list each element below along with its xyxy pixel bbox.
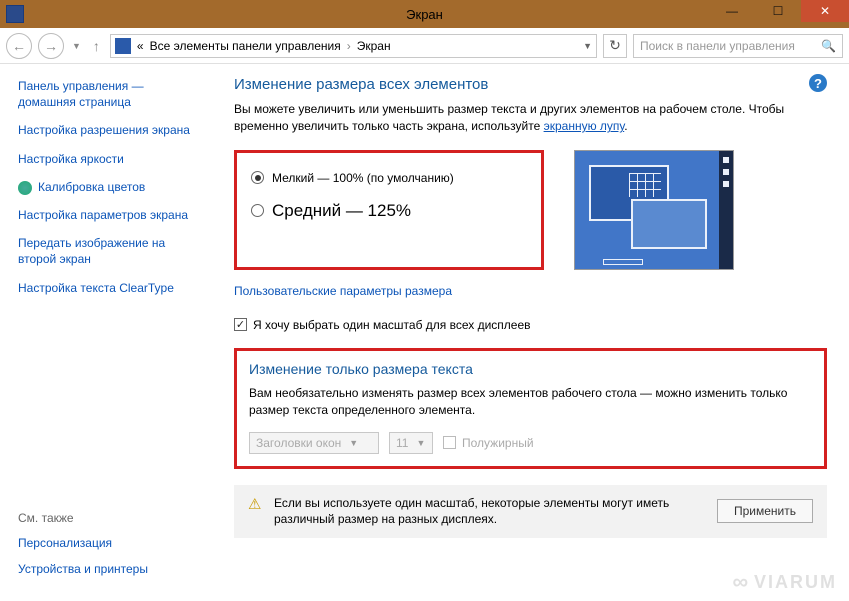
sidebar-item-resolution[interactable]: Настройка разрешения экрана bbox=[18, 122, 200, 138]
bold-label: Полужирный bbox=[462, 436, 534, 450]
radio-small[interactable]: Мелкий — 100% (по умолчанию) bbox=[251, 171, 527, 185]
see-also-personalization[interactable]: Персонализация bbox=[18, 535, 148, 551]
checkbox-icon bbox=[443, 436, 456, 449]
help-icon[interactable]: ? bbox=[809, 74, 827, 92]
text-size-desc: Вам необязательно изменять размер всех э… bbox=[249, 385, 812, 420]
up-button[interactable]: ↑ bbox=[89, 38, 104, 54]
apply-button[interactable]: Применить bbox=[717, 499, 813, 523]
chevron-down-icon: ▼ bbox=[349, 438, 358, 448]
sidebar-item-home[interactable]: Панель управления — домашняя страница bbox=[18, 78, 200, 110]
breadcrumb-2[interactable]: Экран bbox=[357, 39, 391, 53]
search-placeholder: Поиск в панели управления bbox=[640, 39, 795, 53]
main-panel: ? Изменение размера всех элементов Вы мо… bbox=[212, 64, 849, 601]
refresh-button[interactable]: ↻ bbox=[603, 34, 627, 58]
checkbox-icon: ✓ bbox=[234, 318, 247, 331]
size-select[interactable]: 11▼ bbox=[389, 432, 433, 454]
warning-text: Если вы используете один масштаб, некото… bbox=[274, 495, 707, 529]
breadcrumb-sep: › bbox=[347, 39, 351, 53]
search-input[interactable]: Поиск в панели управления 🔍 bbox=[633, 34, 843, 58]
minimize-button[interactable]: — bbox=[709, 0, 755, 22]
sidebar-item-display-settings[interactable]: Настройка параметров экрана bbox=[18, 207, 200, 223]
radio-medium-label: Средний — 125% bbox=[272, 201, 411, 221]
display-preview bbox=[574, 150, 734, 270]
address-dropdown-icon[interactable]: ▼ bbox=[583, 41, 592, 51]
address-bar[interactable]: « Все элементы панели управления › Экран… bbox=[110, 34, 597, 58]
single-scale-checkbox[interactable]: ✓ Я хочу выбрать один масштаб для всех д… bbox=[234, 318, 827, 332]
close-button[interactable]: ✕ bbox=[801, 0, 849, 22]
magnifier-link[interactable]: экранную лупу bbox=[544, 119, 625, 133]
radio-icon bbox=[251, 171, 264, 184]
system-menu-icon[interactable] bbox=[6, 5, 24, 23]
sidebar-item-project[interactable]: Передать изображение на второй экран bbox=[18, 235, 200, 267]
sidebar: Панель управления — домашняя страница На… bbox=[0, 64, 212, 601]
control-panel-icon bbox=[115, 38, 131, 54]
window-title: Экран bbox=[406, 7, 443, 22]
radio-medium[interactable]: Средний — 125% bbox=[251, 201, 527, 221]
maximize-button[interactable]: ☐ bbox=[755, 0, 801, 22]
back-button[interactable]: ← bbox=[6, 33, 32, 59]
see-also-devices[interactable]: Устройства и принтеры bbox=[18, 561, 148, 577]
text-size-section: Изменение только размера текста Вам необ… bbox=[234, 348, 827, 469]
radio-small-label: Мелкий — 100% (по умолчанию) bbox=[272, 171, 454, 185]
bold-checkbox[interactable]: Полужирный bbox=[443, 436, 534, 450]
breadcrumb-prefix: « bbox=[137, 39, 144, 53]
scale-radio-group: Мелкий — 100% (по умолчанию) Средний — 1… bbox=[234, 150, 544, 270]
infinity-icon: ∞ bbox=[732, 569, 750, 595]
breadcrumb-1[interactable]: Все элементы панели управления bbox=[150, 39, 341, 53]
text-size-title: Изменение только размера текста bbox=[249, 361, 812, 377]
radio-icon bbox=[251, 204, 264, 217]
warning-icon: ⚠ bbox=[248, 495, 264, 511]
custom-size-link[interactable]: Пользовательские параметры размера bbox=[234, 284, 452, 298]
element-select[interactable]: Заголовки окон▼ bbox=[249, 432, 379, 454]
footer-bar: ⚠ Если вы используете один масштаб, неко… bbox=[234, 485, 827, 539]
page-title: Изменение размера всех элементов bbox=[234, 76, 827, 93]
chevron-down-icon: ▼ bbox=[416, 438, 425, 448]
page-description: Вы можете увеличить или уменьшить размер… bbox=[234, 101, 827, 136]
see-also-header: См. также bbox=[18, 511, 148, 525]
navbar: ← → ▼ ↑ « Все элементы панели управления… bbox=[0, 28, 849, 64]
sidebar-item-brightness[interactable]: Настройка яркости bbox=[18, 151, 200, 167]
forward-button[interactable]: → bbox=[38, 33, 64, 59]
recent-dropdown[interactable]: ▼ bbox=[70, 41, 83, 51]
titlebar: Экран — ☐ ✕ bbox=[0, 0, 849, 28]
sidebar-item-calibrate[interactable]: Калибровка цветов bbox=[38, 179, 200, 195]
single-scale-label: Я хочу выбрать один масштаб для всех дис… bbox=[253, 318, 531, 332]
search-icon: 🔍 bbox=[821, 39, 836, 53]
watermark: ∞ VIARUM bbox=[732, 569, 837, 595]
sidebar-item-cleartype[interactable]: Настройка текста ClearType bbox=[18, 280, 200, 296]
see-also: См. также Персонализация Устройства и пр… bbox=[18, 511, 148, 587]
